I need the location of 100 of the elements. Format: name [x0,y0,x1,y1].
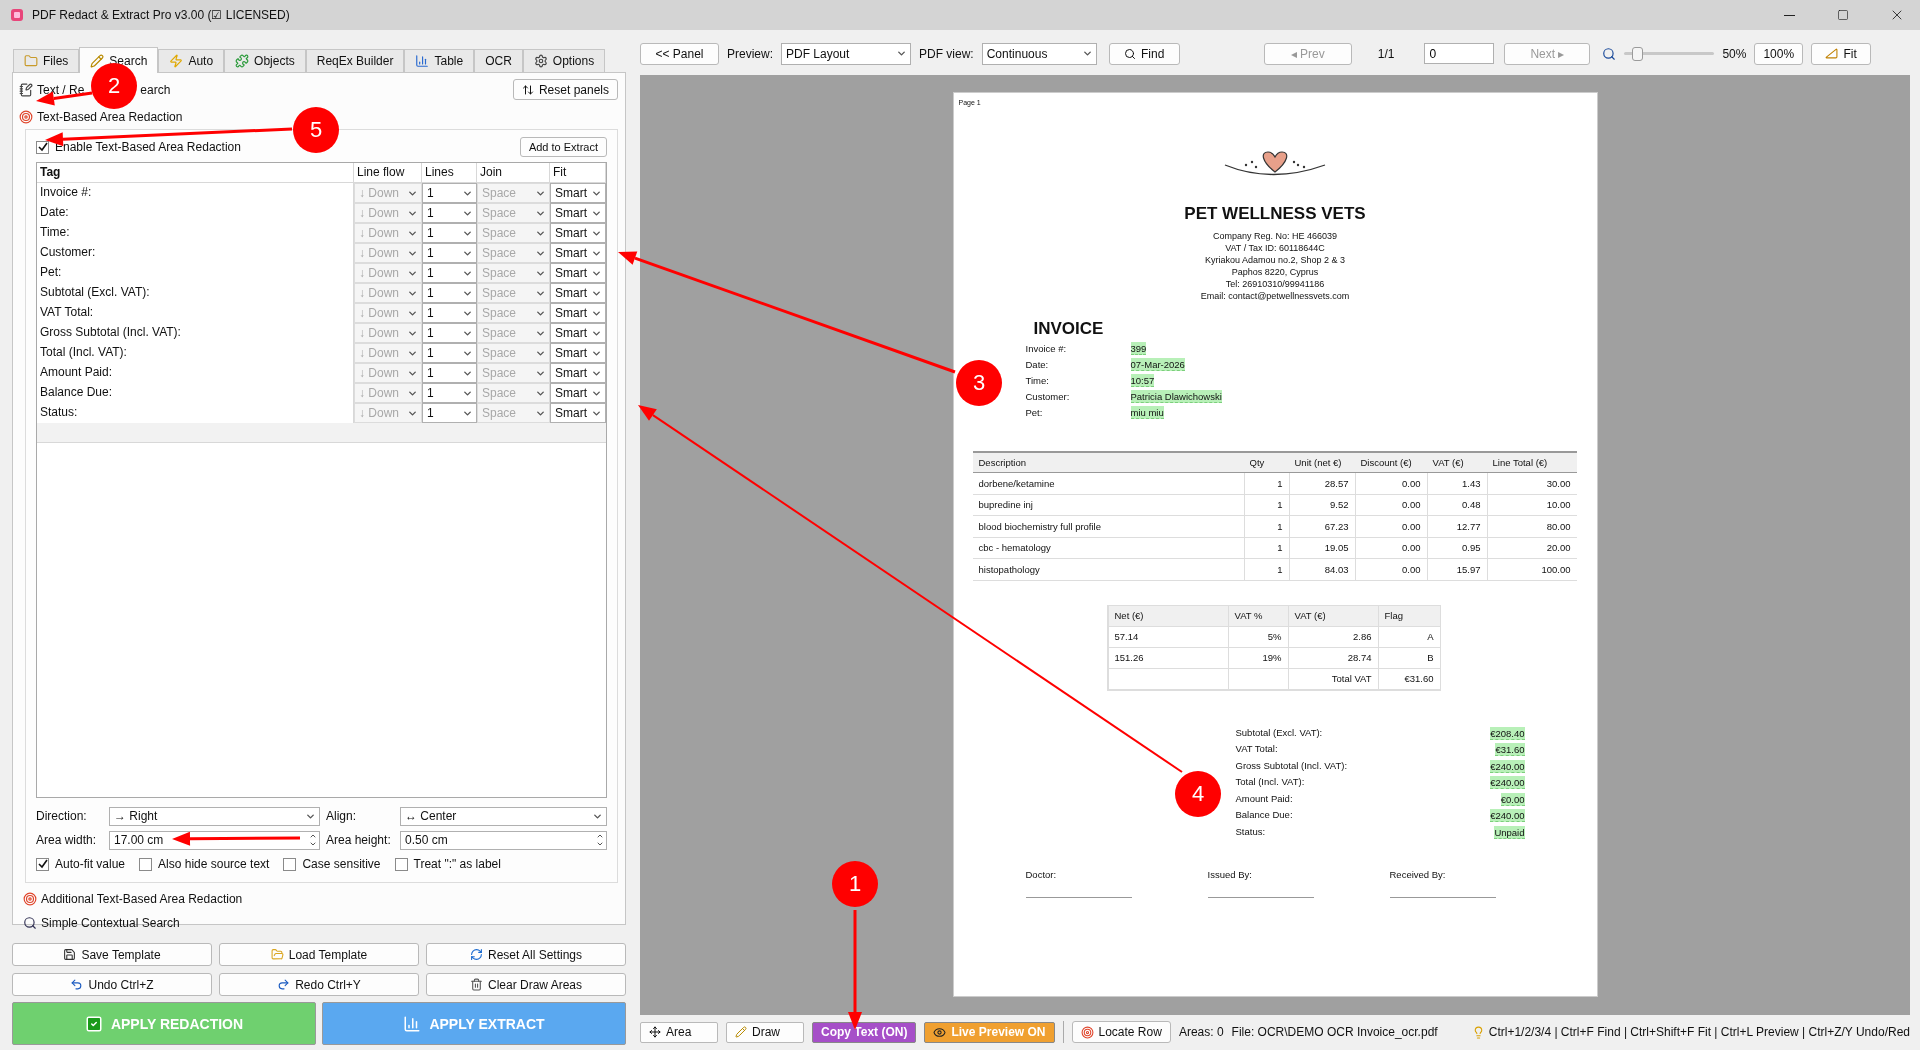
column-header: Description [977,456,1028,470]
total-label: Status: [1235,824,1267,839]
table-cell: Total VAT [1287,668,1378,689]
total-value: €240.00 [1490,759,1525,773]
fit-button[interactable]: Fit [1811,42,1872,65]
field-value: 399 [1130,342,1147,355]
zoom-slider[interactable] [1624,46,1715,61]
option-checkbox[interactable]: Auto-fit value [36,857,126,871]
folder-icon [24,54,38,68]
lines-dropdown[interactable]: 1 [422,323,477,343]
lines-dropdown[interactable]: 1 [422,263,477,283]
field-label: Date: [1025,358,1050,372]
total-value: €240.00 [1490,809,1525,822]
locate-row-button[interactable]: Locate Row [1071,1021,1171,1043]
fit-dropdown[interactable]: Smart [550,383,606,403]
fit-dropdown[interactable]: Smart [550,323,606,343]
lines-dropdown[interactable]: 1 [422,203,477,223]
lines-dropdown[interactable]: 1 [422,363,477,383]
zoom-100-button[interactable]: 100% [1754,42,1804,65]
fit-dropdown[interactable]: Smart [550,303,606,323]
tab[interactable]: Objects [224,49,306,72]
target-icon [23,892,37,906]
table-cell-text: blood biochemistry full profile [977,519,1102,534]
lines-dropdown[interactable]: 1 [422,383,477,403]
fit-dropdown[interactable]: Smart [550,283,606,303]
mode-button[interactable]: Copy Text (ON) [812,1021,917,1043]
fit-dropdown[interactable]: Smart [550,263,606,283]
column-header: Discount (€) [1359,456,1413,470]
invoice-heading: INVOICE [1033,319,1105,339]
preview-dropdown[interactable]: PDF Layout [781,42,911,65]
app-logo-icon [10,8,24,22]
fit-dropdown[interactable]: Smart [550,223,606,243]
field-label: Customer: [1025,390,1071,404]
slider-thumb[interactable] [1632,46,1644,61]
fit-dropdown[interactable]: Smart [550,343,606,363]
checkmark-icon [37,142,48,152]
mode-button[interactable]: Draw [726,1021,804,1043]
window-title: PDF Redact & Extract Pro v3.00 (☑ LICENSED) [32,8,291,22]
action-button[interactable]: Save Template [12,943,212,966]
field-label: Align: [326,809,358,823]
pencil-icon [90,53,105,68]
table-cell: 100.00 [1486,559,1577,580]
align-dropdown[interactable]: ↔ Center [400,806,607,826]
fit-dropdown[interactable]: Smart [550,403,606,423]
tab[interactable]: Auto [158,49,225,72]
find-button[interactable]: Find [1108,42,1180,65]
action-button[interactable]: Load Template [219,943,419,966]
tab[interactable]: Files [13,49,80,72]
lines-dropdown[interactable]: 1 [422,243,477,263]
action-button[interactable]: Reset All Settings [426,943,626,966]
view-dropdown[interactable]: Continuous [981,42,1097,65]
address-line: Kyriakou Adamou no.2, Shop 2 & 3 [1204,254,1346,266]
file-path: File: OCR\DEMO OCR Invoice_ocr.pdf [1231,1025,1438,1039]
lines-dropdown[interactable]: 1 [422,343,477,363]
option-checkbox[interactable]: Also hide source text [139,857,270,871]
direction-dropdown[interactable]: → Right [109,806,320,826]
zoom-icon [1602,46,1617,61]
lines-dropdown[interactable]: 1 [422,223,477,243]
table-cell: 0.00 [1354,559,1427,580]
tab[interactable]: OCR [474,49,523,72]
action-button[interactable]: Redo Ctrl+Y [219,973,419,996]
area-width-field[interactable]: 17.00 cm [109,830,320,850]
address-line: Tel: 26910310/99941186 [1225,278,1325,290]
lines-dropdown[interactable]: 1 [422,183,477,203]
fit-dropdown[interactable]: Smart [550,363,606,383]
section-title[interactable]: Additional Text-Based Area Redaction [41,892,243,906]
table-cell: Gross Subtotal (Incl. VAT): [37,323,354,343]
column-header: Line flow [354,163,422,182]
total-label: Subtotal (Excl. VAT): [1235,725,1324,740]
area-height-field[interactable]: 0.50 cm [400,830,607,850]
section-title[interactable]: earch [140,82,171,97]
fit-dropdown[interactable]: Smart [550,243,606,263]
refresh-icon [469,948,483,961]
page-number-field[interactable]: 0 [1424,43,1495,64]
fit-dropdown[interactable]: Smart [550,183,606,203]
section-title[interactable]: Text / Re [37,82,85,97]
section-title[interactable]: Simple Contextual Search [41,916,180,930]
action-button[interactable]: Undo Ctrl+Z [12,973,212,996]
lines-dropdown[interactable]: 1 [422,403,477,423]
column-header: Fit [550,163,606,182]
action-button[interactable]: Clear Draw Areas [426,973,626,996]
puzzle-icon [235,54,250,68]
column-header: Unit (net €) [1293,456,1343,470]
option-checkbox[interactable]: Treat ":" as label [394,857,501,871]
mode-button[interactable]: Area [640,1021,718,1043]
reset-panels-button[interactable]: Reset panels [512,79,618,100]
panel-toggle-button[interactable]: << Panel [640,42,719,65]
tab[interactable]: Options [522,49,606,72]
section-title[interactable]: Text-Based Area Redaction [37,110,183,124]
lightning-icon [169,54,184,68]
table-cell: Pet: [37,263,354,283]
tab[interactable]: ReqEx Builder [305,49,405,72]
table-cell: 5% [1227,626,1288,647]
fit-dropdown[interactable]: Smart [550,203,606,223]
lines-dropdown[interactable]: 1 [422,303,477,323]
lines-dropdown[interactable]: 1 [422,283,477,303]
option-checkbox[interactable]: Case sensitive [283,857,381,871]
field-label: Area height: [326,833,392,847]
add-to-extract-button[interactable]: Add to Extract [519,137,607,157]
tab[interactable]: Table [404,49,475,72]
